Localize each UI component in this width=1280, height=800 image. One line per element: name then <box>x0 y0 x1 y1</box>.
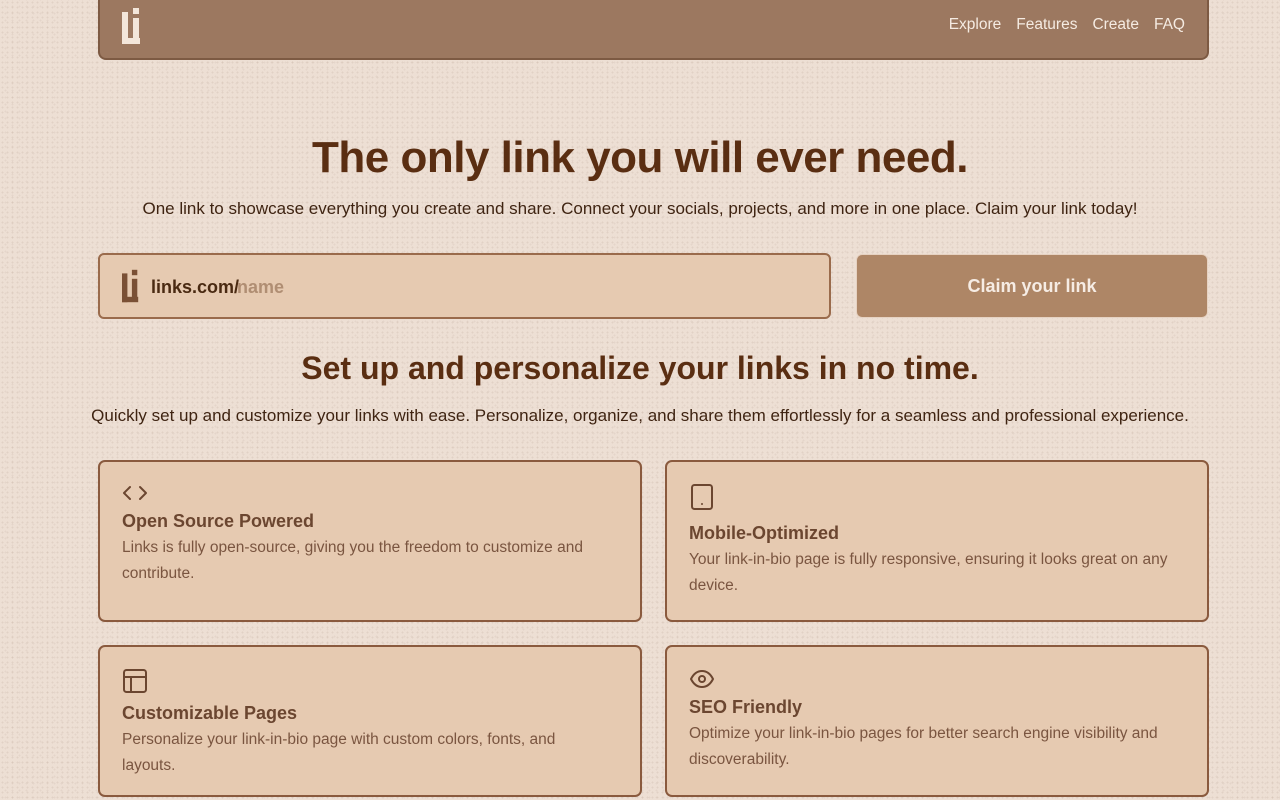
feature-title: SEO Friendly <box>689 697 803 717</box>
claim-link-field: links.com/ <box>98 253 831 319</box>
layout-icon <box>123 669 147 693</box>
feature-title: Customizable Pages <box>122 703 298 723</box>
feature-description: Your link-in-bio page is fully responsiv… <box>689 551 1168 594</box>
feature-card-open-source: Open Source Powered Links is fully open-… <box>98 460 642 622</box>
feature-description: Links is fully open-source, giving you t… <box>122 539 583 582</box>
feature-card-mobile: Mobile-Optimized Your link-in-bio page i… <box>665 460 1209 622</box>
nav-links: Explore Features Create FAQ <box>949 16 1185 34</box>
features-subtitle: Quickly set up and customize your links … <box>91 406 1189 425</box>
hero-subtitle: One link to showcase everything you crea… <box>142 199 1138 218</box>
hero-title: The only link you will ever need. <box>312 133 968 182</box>
username-input[interactable] <box>237 272 797 302</box>
nav-create-link[interactable]: Create <box>1092 16 1139 34</box>
tablet-icon <box>691 484 713 510</box>
features-title: Set up and personalize your links in no … <box>301 350 979 386</box>
links-logo-icon[interactable] <box>122 8 142 44</box>
code-icon <box>123 486 147 500</box>
feature-title: Mobile-Optimized <box>689 523 839 543</box>
top-navbar: Explore Features Create FAQ <box>98 0 1209 60</box>
feature-title: Open Source Powered <box>122 511 315 531</box>
feature-description: Optimize your link-in-bio pages for bett… <box>689 725 1158 768</box>
links-logo-icon <box>122 269 139 303</box>
feature-card-customizable: Customizable Pages Personalize your link… <box>98 645 642 797</box>
nav-explore-link[interactable]: Explore <box>949 16 1002 34</box>
claim-link-button[interactable]: Claim your link <box>856 254 1208 318</box>
link-prefix: links.com/ <box>151 277 240 297</box>
feature-card-seo: SEO Friendly Optimize your link-in-bio p… <box>665 645 1209 797</box>
nav-features-link[interactable]: Features <box>1016 16 1077 34</box>
nav-faq-link[interactable]: FAQ <box>1154 16 1185 34</box>
feature-description: Personalize your link-in-bio page with c… <box>122 731 556 774</box>
eye-icon <box>690 670 714 688</box>
